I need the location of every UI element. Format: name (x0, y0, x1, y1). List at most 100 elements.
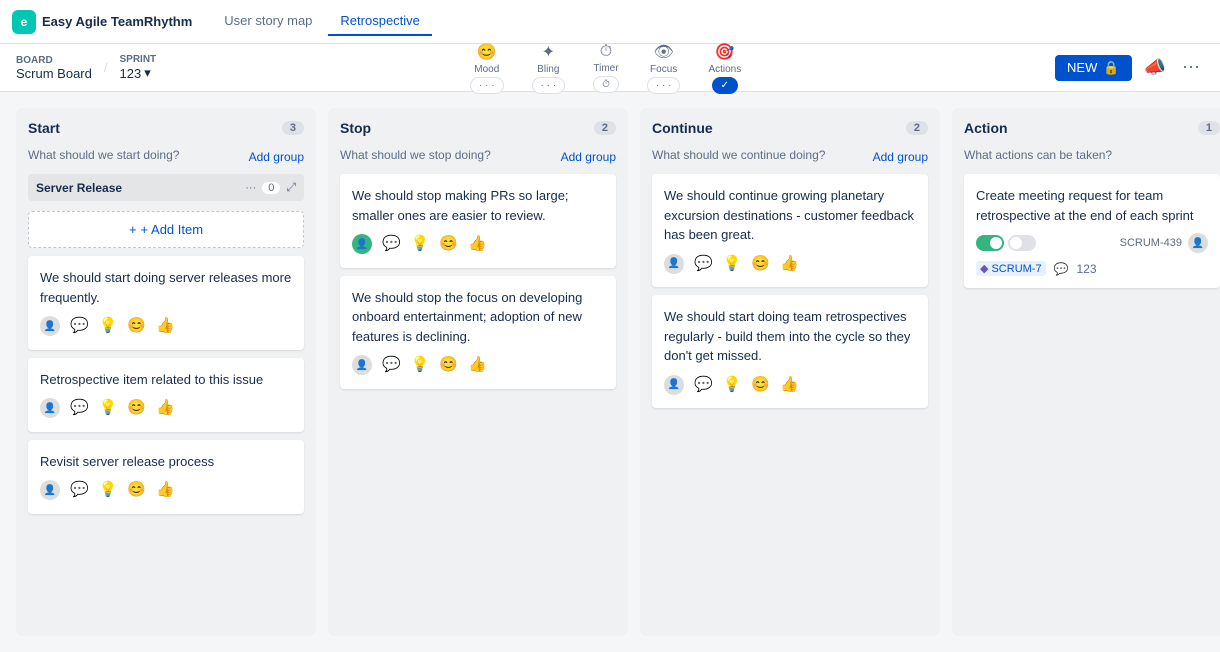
continue-subtitle: What should we continue doing? (652, 148, 825, 162)
bling-label-text: Bling (537, 64, 559, 75)
avatar: 👤 (664, 375, 684, 395)
card-actions: 👤 💬 💡 😊 👍 (664, 374, 916, 397)
board-label: BOARD (16, 55, 92, 66)
thumbs-icon[interactable]: 👍 (780, 374, 799, 397)
bulb-icon[interactable]: 💡 (723, 374, 742, 397)
card-text: We should start doing team retrospective… (664, 307, 916, 366)
action-subtitle: What actions can be taken? (964, 148, 1220, 162)
start-add-group-button[interactable]: Add group (249, 150, 304, 164)
stop-column-header: Stop 2 (340, 120, 616, 136)
card-actions: 👤 💬 💡 😊 👍 (40, 315, 292, 338)
action-row: SCRUM-439 👤 (976, 233, 1208, 253)
bulb-icon[interactable]: 💡 (411, 233, 430, 256)
card-text: We should start doing server releases mo… (40, 268, 292, 307)
emoji-icon[interactable]: 😊 (127, 479, 146, 502)
comment-icon[interactable]: 💬 (694, 253, 713, 276)
action-column-title: Action (964, 120, 1008, 136)
bulb-icon[interactable]: 💡 (411, 354, 430, 377)
board-area: Start 3 What should we start doing? Add … (0, 92, 1220, 652)
toolbar-timer[interactable]: ⏱ Timer ⏱ (585, 41, 627, 95)
action-column-count: 1 (1198, 121, 1220, 135)
actions-icon: 🎯 (715, 42, 735, 62)
continue-column-count: 2 (906, 121, 928, 135)
avatar: 👤 (40, 398, 60, 418)
group-more-icon[interactable]: ··· (245, 182, 256, 194)
toolbar-bling[interactable]: ✦ Bling · · · (524, 40, 574, 96)
card-actions: 👤 💬 💡 😊 👍 (40, 397, 292, 420)
comment-icon[interactable]: 💬 (70, 315, 89, 338)
bulb-icon[interactable]: 💡 (99, 479, 118, 502)
comment-icon[interactable]: 💬 (694, 374, 713, 397)
emoji-icon[interactable]: 😊 (751, 253, 770, 276)
group-name: Server Release (36, 181, 122, 195)
mood-icon: 😊 (477, 42, 497, 62)
bulb-icon[interactable]: 💡 (99, 315, 118, 338)
scrum-badge-icon: ◆ (980, 262, 988, 275)
emoji-icon[interactable]: 😊 (439, 233, 458, 256)
start-subtitle-row: What should we start doing? Add group (28, 148, 304, 166)
comment-icon[interactable]: 💬 (70, 479, 89, 502)
action-card-text: Create meeting request for team retrospe… (976, 186, 1208, 225)
toolbar-mood[interactable]: 😊 start Mood · · · (462, 40, 512, 96)
bulb-icon[interactable]: 💡 (99, 397, 118, 420)
column-stop: Stop 2 What should we stop doing? Add gr… (328, 108, 628, 636)
scrum-badge-label: SCRUM-7 (991, 263, 1041, 275)
toolbar-actions[interactable]: 🎯 Actions ✓ (700, 40, 749, 96)
start-column-title: Start (28, 120, 60, 136)
new-button[interactable]: NEW 🔒 (1055, 55, 1132, 81)
thumbs-icon[interactable]: 👍 (780, 253, 799, 276)
timer-pill: ⏱ (593, 76, 619, 93)
thumbs-icon[interactable]: 👍 (156, 479, 175, 502)
card-continue-1: We should continue growing planetary exc… (652, 174, 928, 287)
avatar: 👤 (664, 254, 684, 274)
start-column-count: 3 (282, 121, 304, 135)
add-item-box[interactable]: + + Add Item (28, 211, 304, 248)
toggle-done[interactable] (976, 235, 1004, 251)
action-column-header: Action 1 (964, 120, 1220, 136)
board-info: BOARD Scrum Board (16, 55, 92, 81)
card-start-1: We should start doing server releases mo… (28, 256, 304, 350)
bling-icon: ✦ (542, 42, 555, 62)
sprint-selector[interactable]: 123 ▾ (120, 65, 157, 81)
thumbs-icon[interactable]: 👍 (156, 397, 175, 420)
avatar: 👤 (352, 234, 372, 254)
comment-icon[interactable]: 💬 (382, 354, 401, 377)
thumbs-icon[interactable]: 👍 (156, 315, 175, 338)
thumbs-icon[interactable]: 👍 (468, 233, 487, 256)
comment-count-icon: 💬 (1054, 262, 1069, 276)
emoji-icon[interactable]: 😊 (127, 315, 146, 338)
tab-retrospective[interactable]: Retrospective (328, 7, 431, 36)
avatar: 👤 (352, 355, 372, 375)
plus-icon: + (129, 222, 137, 237)
more-options-button[interactable]: ⋯ (1178, 53, 1204, 82)
bulb-icon[interactable]: 💡 (723, 253, 742, 276)
toolbar-focus[interactable]: 👁 Focus · · · (639, 40, 689, 96)
toggle-cancel[interactable] (1008, 235, 1036, 251)
stop-subtitle-row: What should we stop doing? Add group (340, 148, 616, 166)
megaphone-button[interactable]: 📣 (1140, 53, 1170, 82)
emoji-icon[interactable]: 😊 (751, 374, 770, 397)
avatar: 👤 (40, 316, 60, 336)
thumbs-icon[interactable]: 👍 (468, 354, 487, 377)
app-name: Easy Agile TeamRhythm (42, 14, 192, 29)
comment-icon[interactable]: 💬 (70, 397, 89, 420)
comment-icon[interactable]: 💬 (382, 233, 401, 256)
toolbar-center: 😊 start Mood · · · ✦ Bling · · · ⏱ Timer… (462, 40, 749, 96)
continue-add-group-button[interactable]: Add group (873, 150, 928, 164)
card-stop-1: We should stop making PRs so large; smal… (340, 174, 616, 268)
sprint-label: SPRINT (120, 54, 157, 65)
focus-pill: · · · (647, 77, 681, 94)
start-column-header: Start 3 (28, 120, 304, 136)
tab-user-story-map[interactable]: User story map (212, 7, 324, 36)
lock-icon: 🔒 (1103, 60, 1119, 76)
card-text: Retrospective item related to this issue (40, 370, 292, 390)
emoji-icon[interactable]: 😊 (439, 354, 458, 377)
stop-add-group-button[interactable]: Add group (561, 150, 616, 164)
continue-column-header: Continue 2 (652, 120, 928, 136)
emoji-icon[interactable]: 😊 (127, 397, 146, 420)
board-name[interactable]: Scrum Board (16, 66, 92, 81)
expand-icon[interactable]: ⤢ (286, 180, 296, 195)
mood-pill: · · · (470, 77, 504, 94)
sprint-info: SPRINT 123 ▾ (120, 54, 157, 81)
action-link-badge[interactable]: ◆ SCRUM-7 (976, 261, 1046, 276)
